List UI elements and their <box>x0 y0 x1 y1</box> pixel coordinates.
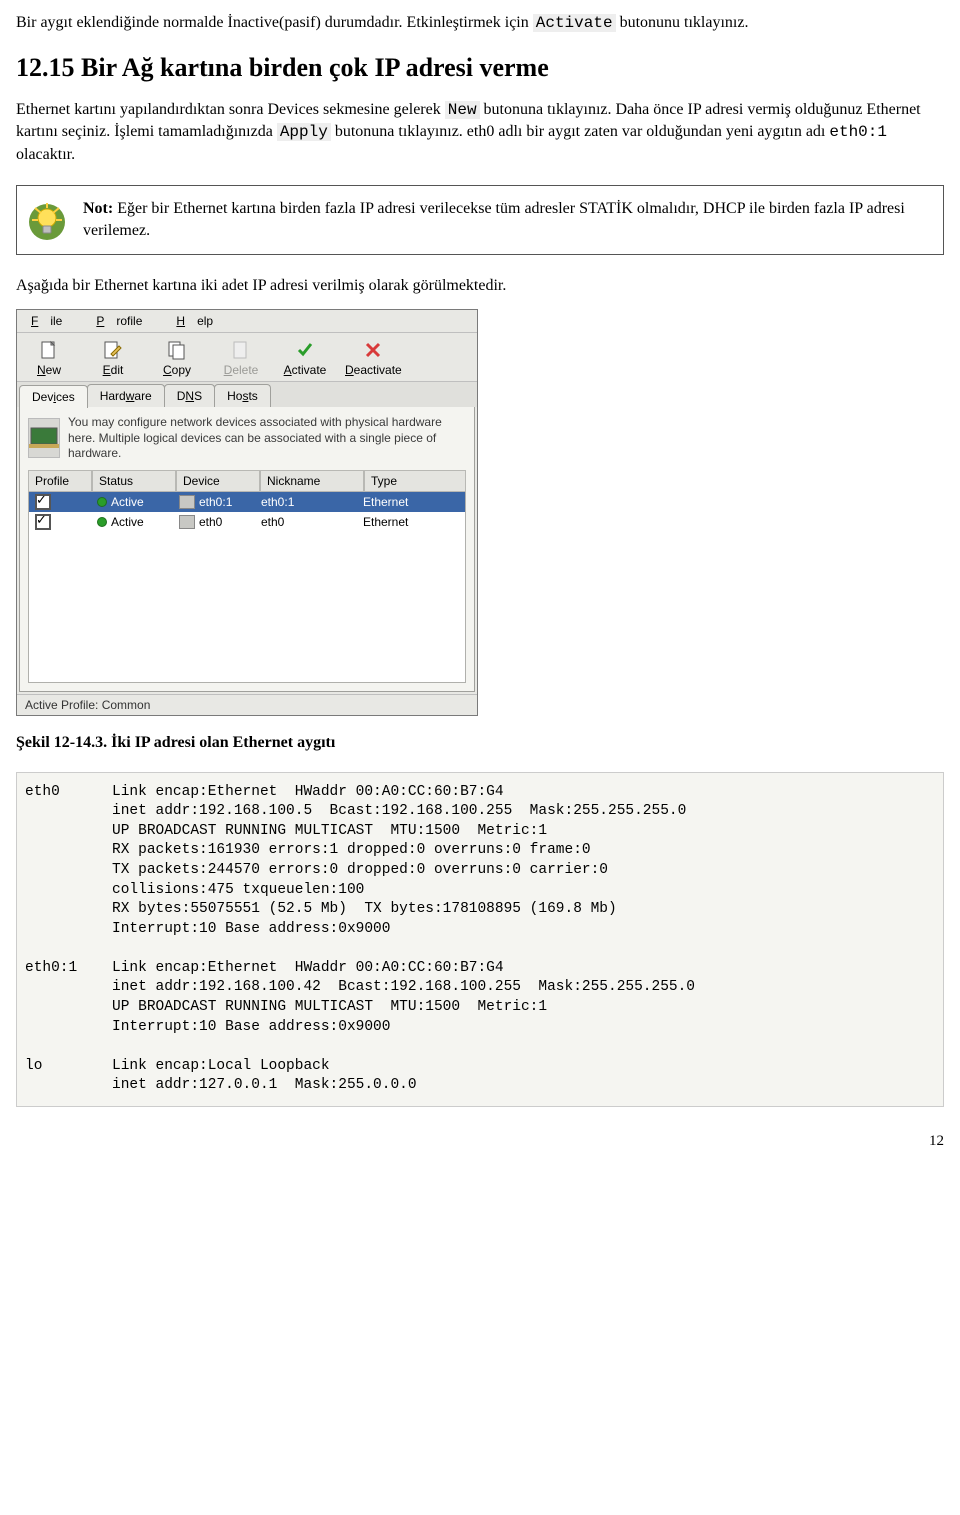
new-button[interactable]: New <box>17 333 81 381</box>
table-row[interactable]: Active eth0 eth0 Ethernet <box>29 512 465 532</box>
instruction-paragraph: Ethernet kartını yapılandırdıktan sonra … <box>16 99 944 166</box>
network-card-icon <box>28 418 60 458</box>
header-type[interactable]: Type <box>364 470 466 492</box>
para2-c: butonuna tıklayınız. eth0 adlı bir aygıt… <box>331 123 830 140</box>
status-dot-icon <box>97 517 107 527</box>
list-header: Profile Status Device Nickname Type <box>28 470 466 492</box>
note-body: Eğer bir Ethernet kartına birden fazla I… <box>83 200 905 239</box>
header-device[interactable]: Device <box>176 470 260 492</box>
activate-code: Activate <box>533 14 616 32</box>
header-status[interactable]: Status <box>92 470 176 492</box>
intro-paragraph: Bir aygıt eklendiğinde normalde İnactive… <box>16 12 944 35</box>
pre-screenshot-text: Aşağıda bir Ethernet kartına iki adet IP… <box>16 275 944 297</box>
note-box: Not: Eğer bir Ethernet kartına birden fa… <box>16 185 944 255</box>
edit-button[interactable]: Edit <box>81 333 145 381</box>
device-icon <box>179 495 195 509</box>
status-text: Active <box>111 495 144 509</box>
device-icon <box>179 515 195 529</box>
delete-button[interactable]: Delete <box>209 333 273 381</box>
header-profile[interactable]: Profile <box>28 470 92 492</box>
menubar: File Profile Help <box>17 310 477 333</box>
tab-panel: You may configure network devices associ… <box>19 407 475 692</box>
info-text: You may configure network devices associ… <box>68 415 466 462</box>
terminal-output: eth0 Link encap:Ethernet HWaddr 00:A0:CC… <box>16 772 944 1107</box>
tab-hosts[interactable]: Hosts <box>214 384 271 407</box>
network-config-window: File Profile Help New Edit Copy Delete A… <box>16 309 478 716</box>
page-number: 12 <box>16 1133 944 1150</box>
device-text: eth0:1 <box>199 495 232 509</box>
status-dot-icon <box>97 497 107 507</box>
nickname-text: eth0:1 <box>255 495 357 509</box>
new-code: New <box>445 101 480 119</box>
para2-a: Ethernet kartını yapılandırdıktan sonra … <box>16 101 445 118</box>
toolbar: New Edit Copy Delete Activate Deactivate <box>17 333 477 382</box>
header-nickname[interactable]: Nickname <box>260 470 364 492</box>
eth01-mono: eth0:1 <box>829 123 887 141</box>
note-prefix: Not: <box>83 200 113 217</box>
intro-text-b: butonunu tıklayınız. <box>616 14 749 31</box>
tab-row: Devices Hardware DNS Hosts <box>17 382 477 407</box>
section-heading: 12.15 Bir Ağ kartına birden çok IP adres… <box>16 53 944 83</box>
activate-button[interactable]: Activate <box>273 333 337 381</box>
nickname-text: eth0 <box>255 515 357 529</box>
table-row[interactable]: Active eth0:1 eth0:1 Ethernet <box>29 492 465 512</box>
profile-checkbox[interactable] <box>35 494 51 510</box>
device-text: eth0 <box>199 515 222 529</box>
tab-dns[interactable]: DNS <box>164 384 215 407</box>
status-bar: Active Profile: Common <box>17 694 477 715</box>
menu-profile[interactable]: Profile <box>84 313 154 329</box>
profile-checkbox[interactable] <box>35 514 51 530</box>
type-text: Ethernet <box>357 495 465 509</box>
type-text: Ethernet <box>357 515 465 529</box>
device-list: Active eth0:1 eth0:1 Ethernet Active eth… <box>28 492 466 683</box>
deactivate-button[interactable]: Deactivate <box>337 333 410 381</box>
tab-devices[interactable]: Devices <box>19 385 88 408</box>
menu-file[interactable]: File <box>19 313 74 329</box>
apply-code: Apply <box>277 123 331 141</box>
intro-text-a: Bir aygıt eklendiğinde normalde İnactive… <box>16 14 533 31</box>
status-text: Active <box>111 515 144 529</box>
figure-caption: Şekil 12-14.3. İki IP adresi olan Ethern… <box>16 734 944 752</box>
copy-button[interactable]: Copy <box>145 333 209 381</box>
para2-d: olacaktır. <box>16 146 75 163</box>
menu-help[interactable]: Help <box>164 313 225 329</box>
note-text: Not: Eğer bir Ethernet kartına birden fa… <box>83 198 929 241</box>
tab-hardware[interactable]: Hardware <box>87 384 165 407</box>
lightbulb-icon <box>27 202 67 242</box>
